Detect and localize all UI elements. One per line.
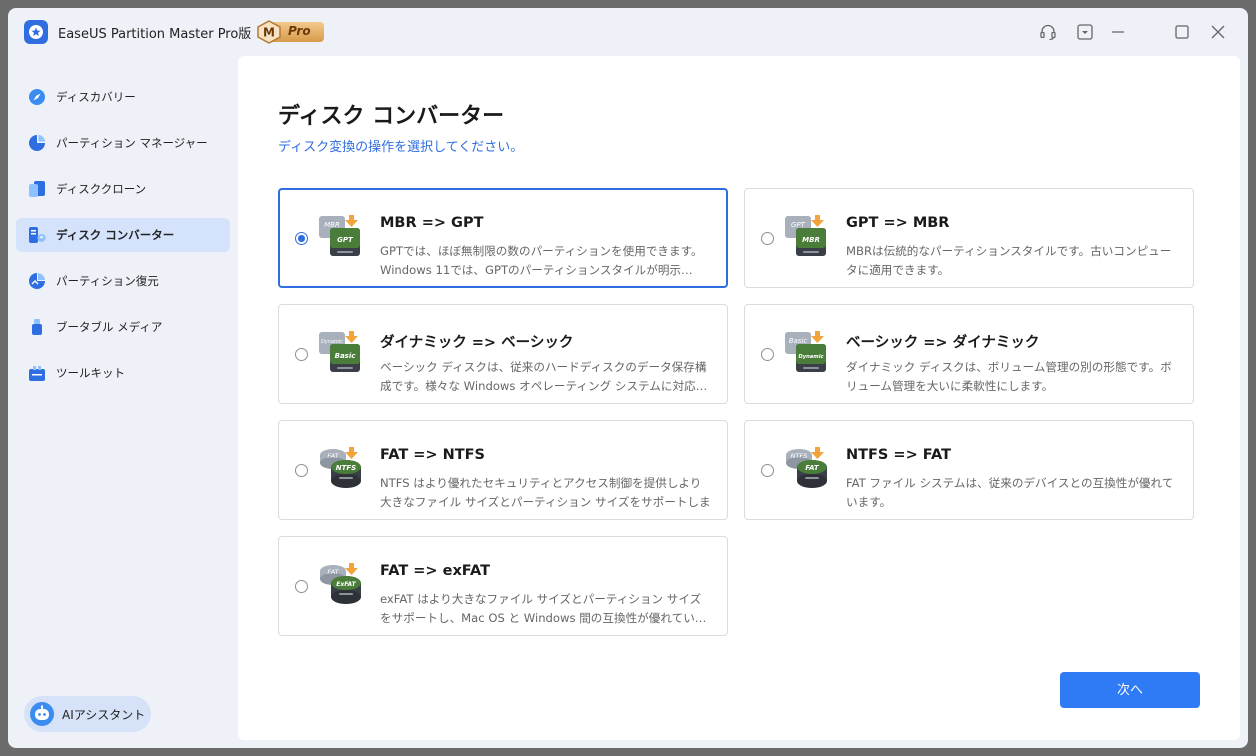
- title-bar: EaseUS Partition Master Pro版 M Pro: [8, 8, 1248, 56]
- svg-text:Basic: Basic: [789, 337, 808, 345]
- option-description: exFAT はより大きなファイル サイズとパーティション サイズをサポートし、M…: [380, 592, 707, 625]
- sidebar-item-toolkit[interactable]: ツールキット: [16, 356, 230, 390]
- option-title: ベーシック => ダイナミック: [846, 335, 1040, 351]
- option-description: MBRは伝統的なパーティションスタイルです。古いコンピュータに適用できます。: [846, 244, 1172, 277]
- radio-button[interactable]: [295, 464, 308, 477]
- svg-text:GPT: GPT: [791, 221, 806, 229]
- option-card-gpt-to-mbr[interactable]: GPT MBR GPT => MBR MBRは伝統的なパーティションスタイルです。…: [744, 188, 1194, 288]
- svg-text:Basic: Basic: [335, 352, 357, 360]
- toolkit-icon: [29, 366, 45, 381]
- main-panel: ディスク コンバーター ディスク変換の操作を選択してください。 MBR GPT …: [238, 56, 1240, 740]
- filesystem-convert-icon: FAT NTFS: [320, 447, 361, 488]
- option-description: ダイナミック ディスクは、ボリューム管理の別の形態です。ボリューム管理を大いに柔…: [846, 360, 1172, 393]
- svg-text:GPT: GPT: [337, 236, 354, 244]
- radio-button[interactable]: [295, 348, 308, 361]
- pie-chart-icon: [29, 134, 46, 151]
- svg-text:ExFAT: ExFAT: [336, 581, 356, 588]
- sidebar-item-discovery[interactable]: ディスカバリー: [16, 80, 230, 114]
- svg-text:M: M: [263, 26, 275, 40]
- svg-text:Dynamic: Dynamic: [798, 354, 824, 360]
- option-card-basic-to-dynamic[interactable]: Basic Dynamic ベーシック => ダイナミックダイナミック ディスク…: [744, 304, 1194, 404]
- ai-assistant-button[interactable]: AIアシスタント: [24, 696, 151, 732]
- compass-icon: [29, 89, 45, 105]
- svg-text:MBR: MBR: [324, 221, 340, 229]
- option-description: GPTでは、ほぼ無制限の数のパーティションを使用できます。Windows 11で…: [380, 244, 703, 277]
- app-title: EaseUS Partition Master Pro版: [58, 27, 252, 42]
- option-title: ダイナミック => ベーシック: [380, 335, 574, 351]
- radio-button[interactable]: [761, 232, 774, 245]
- filesystem-convert-icon: NTFS FAT: [786, 447, 827, 488]
- pro-badge: M Pro: [256, 20, 324, 44]
- svg-text:MBR: MBR: [802, 236, 820, 244]
- page-title: ディスク コンバーター: [278, 104, 505, 129]
- sidebar: ディスカバリー パーティション マネージャー ディスククローン ディスク コンバ…: [8, 56, 240, 748]
- option-card-dynamic-to-basic[interactable]: Dynamic Basic ダイナミック => ベーシックベーシック ディスクは…: [278, 304, 728, 404]
- sidebar-item-partition-recovery[interactable]: パーティション復元: [16, 264, 230, 298]
- radio-button[interactable]: [295, 232, 308, 245]
- close-icon[interactable]: [1208, 22, 1228, 42]
- recovery-icon: [29, 273, 45, 289]
- sidebar-item-partition-manager[interactable]: パーティション マネージャー: [16, 126, 230, 160]
- option-title: GPT => MBR: [846, 215, 950, 231]
- clone-icon: [29, 181, 45, 197]
- minimize-icon[interactable]: [1108, 22, 1128, 42]
- svg-text:NTFS: NTFS: [791, 452, 808, 460]
- disk-convert-icon: GPT MBR: [785, 215, 826, 256]
- svg-text:FAT: FAT: [805, 464, 820, 472]
- next-button[interactable]: 次へ: [1060, 672, 1200, 708]
- svg-text:FAT: FAT: [327, 568, 339, 576]
- option-title: MBR => GPT: [380, 215, 484, 231]
- robot-icon: [30, 702, 54, 726]
- app-window: EaseUS Partition Master Pro版 M Pro ディスカバ…: [8, 8, 1248, 748]
- option-title: FAT => exFAT: [380, 563, 491, 579]
- usb-icon: [32, 319, 42, 335]
- option-title: FAT => NTFS: [380, 447, 485, 463]
- sidebar-item-disk-clone[interactable]: ディスククローン: [16, 172, 230, 206]
- sidebar-item-disk-converter[interactable]: ディスク コンバーター: [16, 218, 230, 252]
- disk-convert-icon: MBR GPT: [319, 215, 360, 256]
- radio-button[interactable]: [295, 580, 308, 593]
- disk-convert-icon: Dynamic Basic: [319, 331, 360, 372]
- dropdown-menu-icon[interactable]: [1075, 22, 1095, 42]
- sidebar-item-bootable-media[interactable]: ブータブル メディア: [16, 310, 230, 344]
- radio-button[interactable]: [761, 464, 774, 477]
- pro-badge-label: Pro: [288, 24, 311, 38]
- headset-icon[interactable]: [1038, 22, 1058, 42]
- option-card-fat-to-ntfs[interactable]: FAT NTFS FAT => NTFS NTFS はより優れたセキュリティとアク…: [278, 420, 728, 520]
- disk-convert-icon: Basic Dynamic: [785, 331, 826, 372]
- option-card-fat-to-exfat[interactable]: FAT ExFAT FAT => exFAT exFAT はより大きなファイル サ…: [278, 536, 728, 636]
- option-description: ベーシック ディスクは、従来のハードディスクのデータ保存構成です。様々な Win…: [380, 360, 708, 393]
- option-card-ntfs-to-fat[interactable]: NTFS FAT NTFS => FAT FAT ファイル システムは、従来のデバ…: [744, 420, 1194, 520]
- page-subtitle: ディスク変換の操作を選択してください。: [278, 140, 524, 155]
- svg-text:FAT: FAT: [327, 452, 339, 460]
- filesystem-convert-icon: FAT ExFAT: [320, 563, 361, 604]
- option-description: NTFS はより優れたセキュリティとアクセス制御を提供しより大きなファイル サイ…: [380, 476, 711, 509]
- maximize-icon[interactable]: [1172, 22, 1192, 42]
- option-title: NTFS => FAT: [846, 447, 951, 463]
- option-description: FAT ファイル システムは、従来のデバイスとの互換性が優れています。: [846, 476, 1174, 509]
- converter-icon: [29, 227, 46, 243]
- m-badge-icon: M: [257, 20, 281, 44]
- option-card-mbr-to-gpt[interactable]: MBR GPT MBR => GPT GPTでは、ほぼ無制限の数のパーティションを…: [278, 188, 728, 288]
- radio-button[interactable]: [761, 348, 774, 361]
- svg-text:NTFS: NTFS: [336, 464, 356, 472]
- app-logo-icon: [24, 20, 48, 44]
